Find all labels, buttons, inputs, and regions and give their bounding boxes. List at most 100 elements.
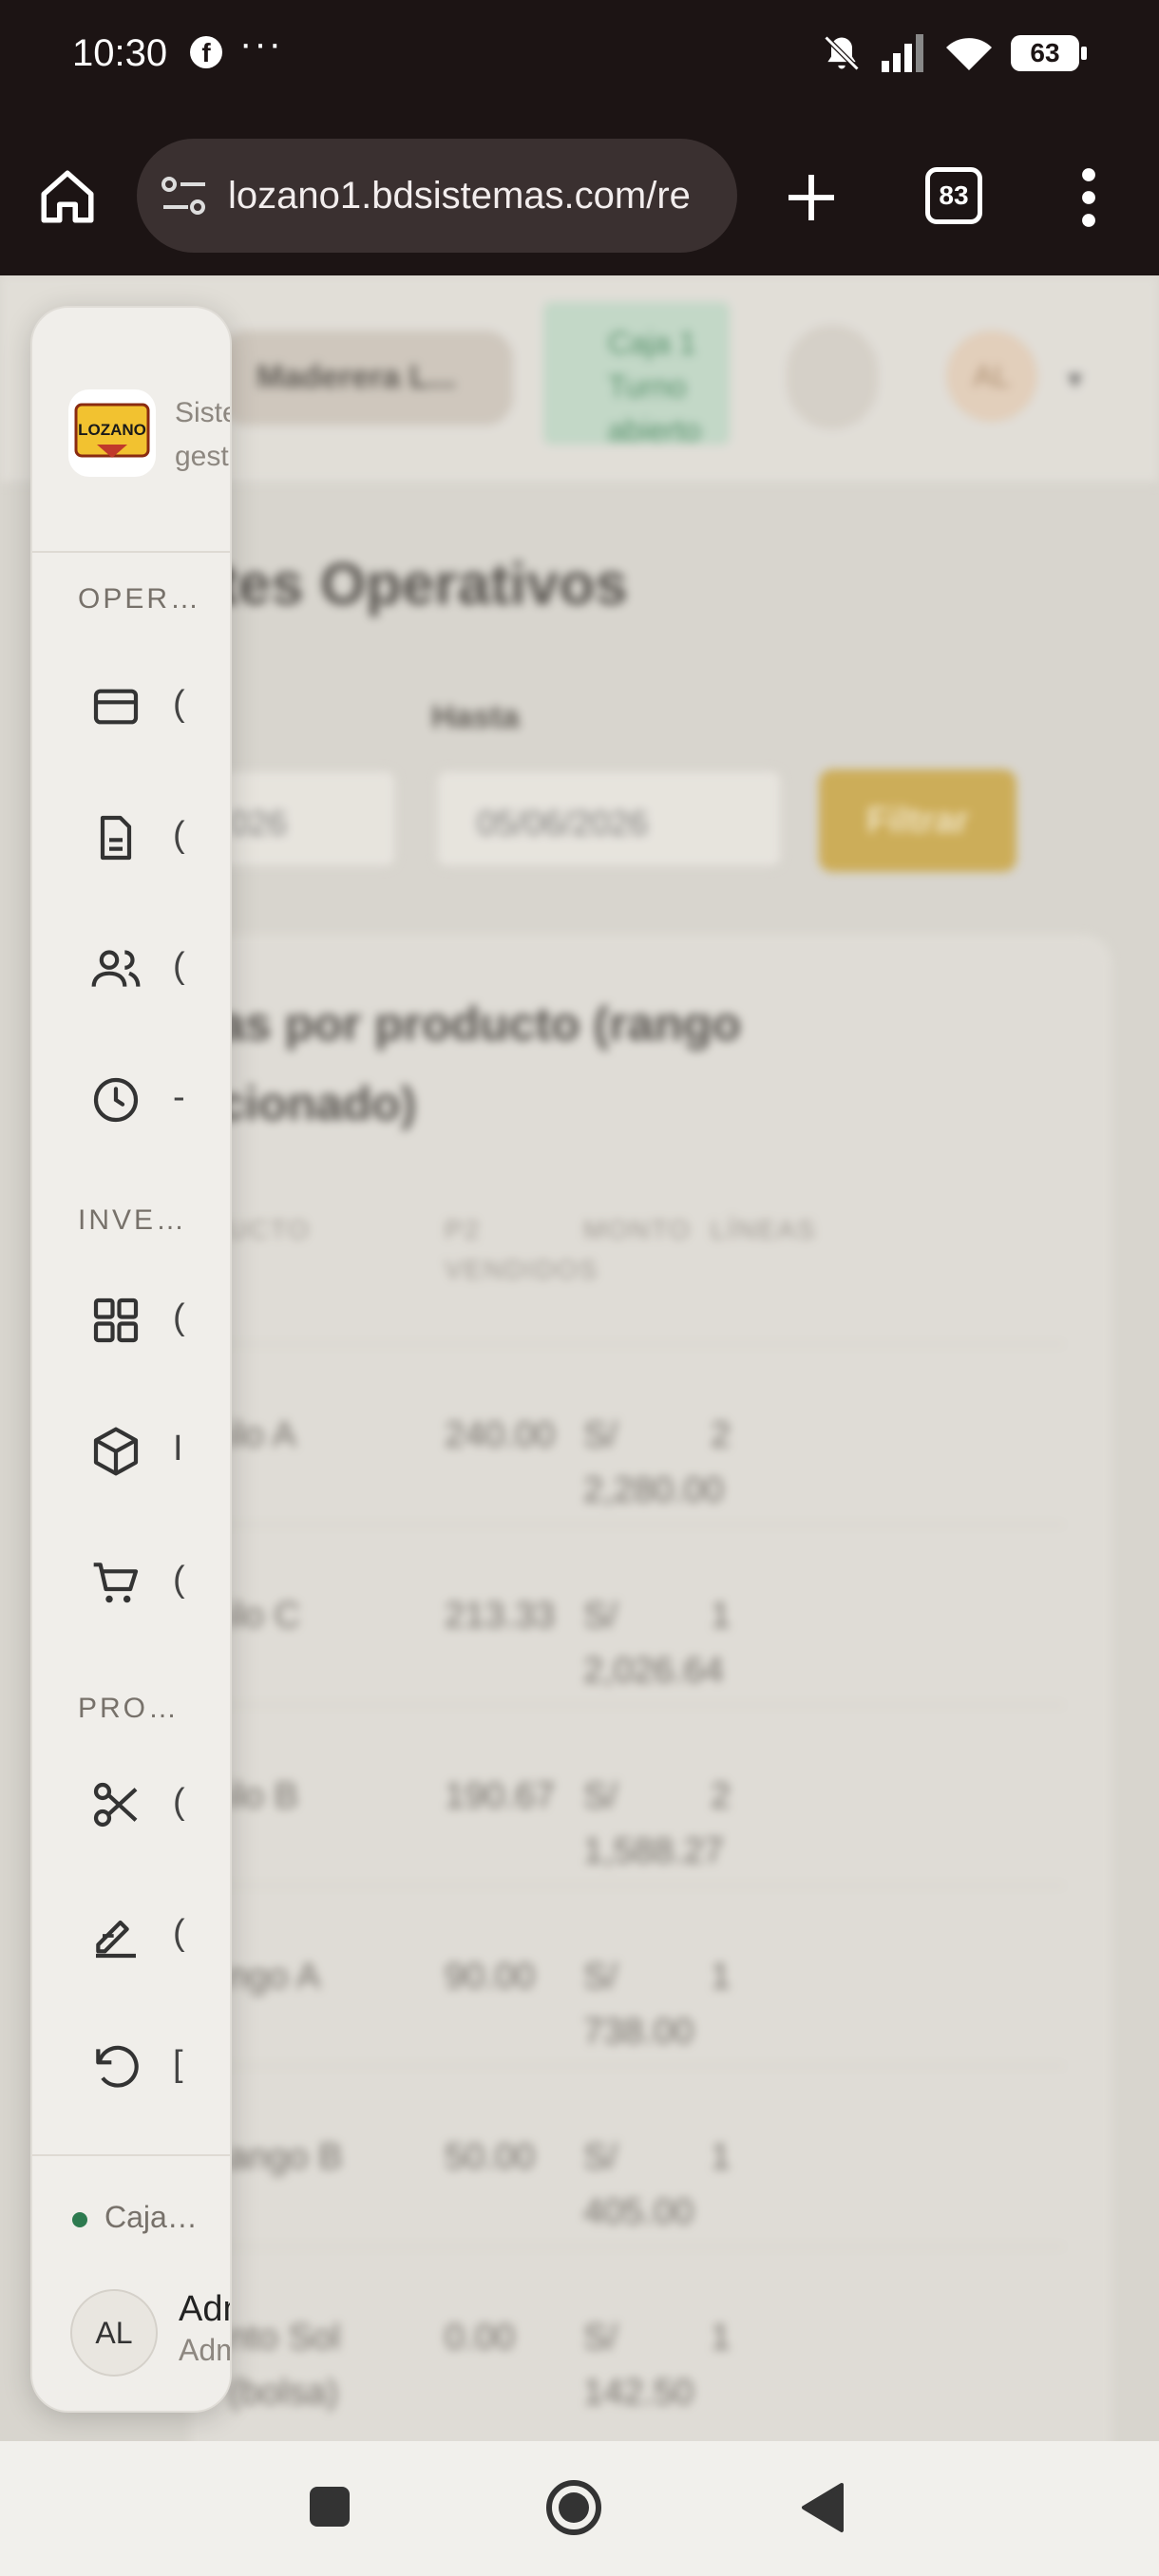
sidebar-item-label: ( [173, 1297, 185, 1337]
cart-icon [93, 1563, 139, 1603]
cell-amount: S/ 142.50 [583, 2318, 694, 2413]
cash-status-chip[interactable]: Caja 1 Turno abierto [543, 302, 730, 447]
sidebar-item-clients[interactable]: ( [32, 910, 230, 1024]
new-tab-icon[interactable] [781, 167, 842, 228]
cell-product: ilo B [228, 1776, 298, 1816]
avatar[interactable]: AL [946, 331, 1037, 422]
lozano-logo[interactable]: LOZANO [68, 389, 156, 477]
table-row: ango B 50.00 S/ 405.00 1 [209, 2065, 1064, 2245]
cell-p2: 50.00 [445, 2137, 536, 2177]
grid-icon [93, 1297, 139, 1343]
more-menu-icon[interactable] [1074, 167, 1104, 228]
card-title: as por producto (rango cionado) [218, 997, 741, 1130]
sidebar-item-purchases[interactable]: ( [32, 1524, 230, 1638]
column-header-amount: MONTO [583, 1215, 692, 1244]
hasta-label: Hasta [431, 699, 520, 735]
sidebar-item-documents[interactable]: ( [32, 779, 230, 893]
cell-product: ilo A [228, 1415, 296, 1455]
sidebar-item-label: ( [173, 946, 185, 986]
site-settings-icon[interactable] [160, 173, 209, 218]
clock: 10:30 [72, 32, 168, 74]
sidebar-item-caja[interactable]: ( [32, 648, 230, 762]
mute-bell-icon [824, 35, 860, 71]
cash-line-1: Caja 1 [608, 326, 696, 360]
user-avatar[interactable]: AL [70, 2289, 158, 2377]
cell-amount: S/ 738.00 [583, 1957, 694, 2052]
cell-amount: S/ 405.00 [583, 2137, 694, 2232]
edit-icon [96, 1920, 136, 1959]
recents-button[interactable] [310, 2487, 350, 2527]
sidebar-item-label: [ [173, 2044, 183, 2084]
sidebar-drawer: LOZANO Siste de gest OPER… ( ( ( - INVE…… [30, 306, 232, 2413]
sidebar-brand: LOZANO Siste de gest [32, 308, 230, 553]
cell-p2: 213.33 [445, 1596, 556, 1636]
sidebar-item-history[interactable]: - [32, 1041, 230, 1155]
home-icon[interactable] [36, 165, 99, 228]
cash-line-3: abierto [608, 413, 701, 447]
brand-subtitle: Siste de gest [175, 397, 230, 472]
sidebar-item-label: I [173, 1429, 183, 1468]
cell-amount: S/ 2,280.00 [583, 1415, 724, 1510]
user-role: Adm [179, 2333, 230, 2367]
address-bar[interactable]: lozano1.bdsistemas.com/re [137, 139, 737, 253]
clock-icon [93, 1077, 139, 1123]
browser-toolbar: lozano1.bdsistemas.com/re 83 [0, 133, 1159, 275]
sidebar-item-label: ( [173, 1560, 185, 1600]
cell-amount: S/ 2,026.64 [583, 1596, 724, 1691]
scissors-icon [93, 1782, 138, 1828]
cell-lines: 1 [711, 1957, 732, 1997]
sidebar-item-label: ( [173, 684, 185, 724]
cell-lines: 2 [711, 1776, 732, 1816]
table-row: ilo B 190.67 S/ 1,588.27 2 [209, 1704, 1064, 1885]
cell-lines: 1 [711, 1596, 732, 1636]
cell-p2: 90.00 [445, 1957, 536, 1997]
users-icon [91, 950, 141, 987]
table-row: ilo A 240.00 S/ 2,280.00 2 [209, 1343, 1064, 1524]
theme-toggle-button[interactable] [787, 325, 878, 429]
cell-lines: 1 [711, 2137, 732, 2177]
more-notifications-icon: ··· [239, 23, 283, 65]
home-button[interactable] [545, 2479, 602, 2536]
table-row: ilo C 213.33 S/ 2,026.64 1 [209, 1524, 1064, 1704]
section-produccion: PRO… [78, 1693, 180, 1724]
signal-icon [882, 34, 923, 72]
cell-product: ango B [228, 2137, 343, 2177]
sidebar-item-label: ( [173, 1782, 185, 1822]
sidebar-item-catalog[interactable]: ( [32, 1261, 230, 1375]
cell-p2: 240.00 [445, 1415, 556, 1455]
facebook-icon: f [190, 36, 222, 68]
chevron-down-icon[interactable]: ▾ [1068, 363, 1082, 396]
sales-by-product-card: as por producto (rango cionado) UCTO P2 … [190, 935, 1112, 2441]
battery-icon: 63 [1011, 35, 1087, 71]
filter-button[interactable]: Filtrar [819, 769, 1016, 872]
cash-line-2: Turno [608, 369, 687, 404]
cell-p2: 0.00 [445, 2318, 515, 2358]
section-operaciones: OPER… [78, 583, 202, 615]
lozano-logo-graphic: LOZANO [74, 403, 150, 458]
tab-switcher-button[interactable]: 83 [925, 167, 982, 224]
sidebar-item-label: ( [173, 1913, 185, 1953]
branch-selector[interactable]: Maderera L... [218, 331, 513, 426]
column-header-lines: LÍNEAS [711, 1215, 817, 1244]
status-bar: 10:30 f ··· 63 [0, 0, 1159, 133]
sidebar-item-cutting[interactable]: ( [32, 1746, 230, 1860]
sidebar-item-label: ( [173, 815, 185, 855]
table-row: ngo A 90.00 S/ 738.00 1 [209, 1885, 1064, 2065]
sidebar-item-returns[interactable]: [ [32, 2008, 230, 2122]
status-icons: 63 [821, 32, 1087, 74]
back-button[interactable] [800, 2481, 844, 2534]
url-text[interactable]: lozano1.bdsistemas.com/re [228, 175, 722, 218]
sidebar-item-planing[interactable]: ( [32, 1877, 230, 1991]
cell-product: nto Sol (bolsa) [228, 2318, 341, 2413]
cell-p2: 190.67 [445, 1776, 556, 1816]
cell-amount: S/ 1,588.27 [583, 1776, 724, 1871]
date-to-input[interactable]: 05/06/2026 [435, 769, 783, 868]
sidebar-divider [32, 2154, 230, 2156]
cash-status-text: Caja… [104, 2200, 198, 2234]
section-inventario: INVE… [78, 1204, 188, 1236]
cash-status-dot [72, 2212, 87, 2227]
sidebar-item-inventory[interactable]: I [32, 1392, 230, 1506]
cell-product: ngo A [228, 1957, 321, 1997]
undo-icon [96, 2045, 139, 2088]
page-title: tes Operativos [218, 552, 628, 617]
